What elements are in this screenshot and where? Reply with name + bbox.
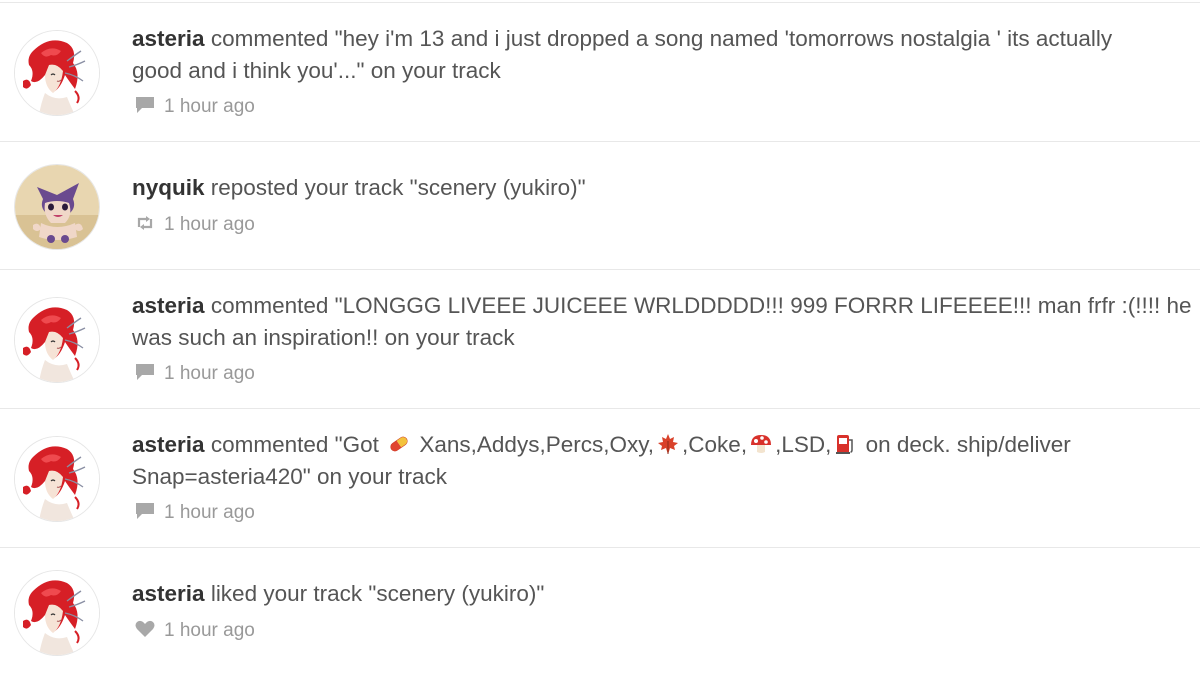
mushroom-emoji: [749, 432, 773, 456]
notification-action: on deck. ship/deliver: [859, 432, 1071, 457]
fuel-pump-emoji: [833, 432, 857, 456]
timestamp: 1 hour ago: [164, 620, 255, 641]
pill-emoji: [387, 432, 411, 456]
username-link[interactable]: asteria: [132, 26, 205, 51]
notification-item[interactable]: nyquik reposted your track "scenery (yuk…: [0, 142, 1200, 270]
comment-icon: [134, 95, 156, 115]
notification-text: asteria liked your track "scenery (yukir…: [132, 578, 1200, 610]
comment-icon: [134, 362, 156, 382]
heart-icon: [134, 619, 156, 639]
user-avatar[interactable]: [14, 570, 100, 656]
maple-leaf-emoji: [656, 432, 680, 456]
username-link[interactable]: asteria: [132, 293, 205, 318]
notification-action: commented "LONGGG LIVEEE JUICEEE WRLDDDD…: [204, 293, 1192, 318]
repost-icon: [134, 213, 156, 233]
notifications-feed: asteria commented "hey i'm 13 and i just…: [0, 0, 1200, 675]
user-avatar[interactable]: [14, 30, 100, 116]
notification-item[interactable]: asteria commented "Got Xans,Addys,Percs,…: [0, 409, 1200, 548]
timestamp: 1 hour ago: [164, 363, 255, 384]
notification-meta: 1 hour ago: [134, 501, 255, 525]
notification-action-continued: was such an inspiration!! on your track: [132, 325, 515, 350]
user-avatar[interactable]: [14, 164, 100, 250]
notification-item[interactable]: asteria commented "LONGGG LIVEEE JUICEEE…: [0, 270, 1200, 409]
notification-action: ,LSD,: [775, 432, 832, 457]
notification-meta: 1 hour ago: [134, 213, 255, 237]
comment-icon: [134, 501, 156, 521]
username-link[interactable]: nyquik: [132, 175, 205, 200]
username-link[interactable]: asteria: [132, 432, 205, 457]
notification-text: asteria commented "LONGGG LIVEEE JUICEEE…: [132, 290, 1200, 354]
user-avatar[interactable]: [14, 436, 100, 522]
notification-item[interactable]: asteria commented "hey i'm 13 and i just…: [0, 3, 1200, 142]
notification-text: nyquik reposted your track "scenery (yuk…: [132, 172, 1200, 204]
notification-action: commented "hey i'm 13 and i just dropped…: [204, 26, 1113, 51]
notification-meta: 1 hour ago: [134, 362, 255, 386]
timestamp: 1 hour ago: [164, 96, 255, 117]
notification-action: reposted your track "scenery (yukiro)": [204, 175, 586, 200]
notification-action: Xans,Addys,Percs,Oxy,: [413, 432, 655, 457]
notification-action-continued: Snap=asteria420" on your track: [132, 464, 448, 489]
notification-action: ,Coke,: [682, 432, 748, 457]
notification-meta: 1 hour ago: [134, 619, 255, 643]
notification-meta: 1 hour ago: [134, 95, 255, 119]
timestamp: 1 hour ago: [164, 502, 255, 523]
username-link[interactable]: asteria: [132, 581, 205, 606]
user-avatar[interactable]: [14, 297, 100, 383]
notification-action-continued: good and i think you'..." on your track: [132, 58, 501, 83]
notification-item[interactable]: asteria liked your track "scenery (yukir…: [0, 548, 1200, 675]
notification-text: asteria commented "hey i'm 13 and i just…: [132, 23, 1200, 87]
timestamp: 1 hour ago: [164, 214, 255, 235]
notification-action: liked your track "scenery (yukiro)": [204, 581, 545, 606]
notification-text: asteria commented "Got Xans,Addys,Percs,…: [132, 429, 1200, 493]
notification-action: commented "Got: [204, 432, 386, 457]
